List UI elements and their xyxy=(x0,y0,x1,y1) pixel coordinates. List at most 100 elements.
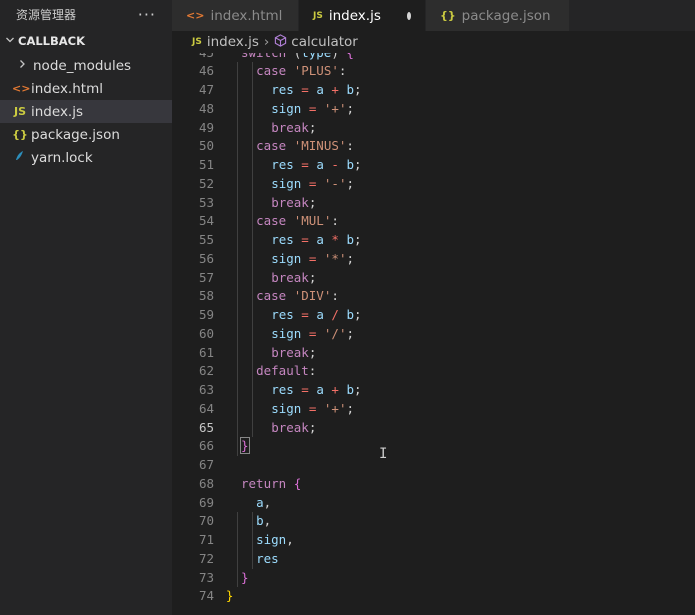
code-line[interactable]: 72 res xyxy=(172,550,695,569)
js-file-icon: JS xyxy=(192,37,202,47)
code-text: default: xyxy=(256,363,317,379)
code-text: break; xyxy=(271,344,317,360)
line-number: 49 xyxy=(198,119,214,135)
code-line[interactable]: 61 break; xyxy=(172,344,695,363)
code-line[interactable]: 74} xyxy=(172,587,695,606)
js-file-icon: JS xyxy=(13,105,26,118)
code-text: break; xyxy=(271,194,317,210)
code-text: res xyxy=(256,550,279,566)
tab-index-html[interactable]: <> index.html xyxy=(172,0,299,31)
breadcrumb-file[interactable]: index.js xyxy=(207,34,259,50)
code-line[interactable]: 73} xyxy=(172,569,695,588)
unsaved-dot-icon[interactable] xyxy=(406,11,411,20)
breadcrumb-symbol[interactable]: calculator xyxy=(291,34,358,50)
tree-item-yarn-lock[interactable]: yarn.lock xyxy=(0,146,172,169)
code-text: b, xyxy=(256,513,272,529)
code-text: case 'PLUS': xyxy=(256,63,347,79)
code-line[interactable]: 62 default: xyxy=(172,362,695,381)
code-text: case 'MINUS': xyxy=(256,138,354,154)
chevron-right-icon xyxy=(14,59,30,72)
tab-label: package.json xyxy=(461,7,551,24)
code-line[interactable]: 63 res = a + b; xyxy=(172,381,695,400)
line-number: 62 xyxy=(198,363,214,379)
html-file-icon: <> xyxy=(186,9,205,22)
code-text: sign = '/'; xyxy=(271,325,354,341)
line-number: 71 xyxy=(198,532,214,547)
indent-guide xyxy=(251,62,253,438)
code-text: res = a + b; xyxy=(271,382,362,397)
code-line[interactable]: 49 break; xyxy=(172,119,695,138)
code-line[interactable]: 45 switch (type) { xyxy=(172,53,695,62)
code-line[interactable]: 51 res = a - b; xyxy=(172,156,695,175)
line-number: 66 xyxy=(198,438,214,454)
code-line[interactable]: 66} xyxy=(172,437,695,456)
line-number: 73 xyxy=(198,569,214,585)
line-number: 68 xyxy=(198,475,214,491)
tab-index-js[interactable]: JS index.js xyxy=(299,0,426,31)
line-number: 46 xyxy=(198,63,214,79)
yarn-file-icon xyxy=(12,150,28,165)
code-text: break; xyxy=(271,419,317,435)
code-editor[interactable]: 45 switch (type) {46 case 'PLUS': 47 res = a… xyxy=(172,53,695,615)
code-line[interactable]: 55 res = a * b; xyxy=(172,231,695,250)
line-number: 51 xyxy=(198,157,214,172)
code-line[interactable]: 57 break; xyxy=(172,269,695,288)
code-text: case 'DIV': xyxy=(256,288,339,304)
tree-item-label: package.json xyxy=(31,126,120,143)
code-line[interactable]: 60 sign = '/'; xyxy=(172,325,695,344)
tree-item-index-html[interactable]: <> index.html xyxy=(0,77,172,100)
tree-item-node-modules[interactable]: node_modules xyxy=(0,54,172,77)
code-line[interactable]: 56 sign = '*'; xyxy=(172,250,695,269)
code-line[interactable]: 50 case 'MINUS': xyxy=(172,137,695,156)
code-text: switch (type) { xyxy=(241,53,354,62)
code-line[interactable]: 47 res = a + b; xyxy=(172,81,695,100)
code-text: } xyxy=(241,569,249,585)
tree-item-package-json[interactable]: {} package.json xyxy=(0,123,172,146)
code-line[interactable]: 71 sign, xyxy=(172,531,695,550)
indent-guide xyxy=(251,512,253,569)
folder-section-callback[interactable]: CALLBACK xyxy=(0,28,172,54)
code-line[interactable]: 68 return { xyxy=(172,475,695,494)
folder-name: CALLBACK xyxy=(18,34,86,48)
code-text: } xyxy=(240,437,250,455)
code-line[interactable]: 52 sign = '-'; xyxy=(172,175,695,194)
tree-item-label: yarn.lock xyxy=(31,149,93,166)
line-number: 52 xyxy=(198,175,214,191)
tab-label: index.html xyxy=(210,7,283,24)
indent-guide xyxy=(237,62,238,456)
code-text: sign, xyxy=(256,532,294,547)
code-line[interactable]: 67 xyxy=(172,456,695,475)
code-line[interactable]: 58 case 'DIV': xyxy=(172,287,695,306)
explorer-sidebar: 资源管理器 ··· CALLBACK node_modules <> index… xyxy=(0,0,172,615)
tab-package-json[interactable]: {} package.json xyxy=(426,0,570,31)
code-line[interactable]: 54 case 'MUL': xyxy=(172,212,695,231)
code-text: case 'MUL': xyxy=(256,213,339,229)
code-line[interactable]: 64 sign = '+'; xyxy=(172,400,695,419)
chevron-down-icon xyxy=(3,35,17,48)
code-line[interactable]: 70 b, xyxy=(172,512,695,531)
code-line[interactable]: 59 res = a / b; xyxy=(172,306,695,325)
more-actions-icon[interactable]: ··· xyxy=(138,5,156,24)
code-line[interactable]: 53 break; xyxy=(172,194,695,213)
line-number: 64 xyxy=(198,400,214,416)
code-text: break; xyxy=(271,269,317,285)
line-number: 63 xyxy=(198,382,214,397)
code-text: res = a - b; xyxy=(271,157,362,172)
code-line[interactable]: 69 a, xyxy=(172,494,695,513)
json-file-icon: {} xyxy=(12,128,28,141)
code-text: sign = '+'; xyxy=(271,100,354,116)
code-text: return { xyxy=(241,475,302,491)
code-line[interactable]: 65 break; xyxy=(172,419,695,438)
line-number: 47 xyxy=(198,82,214,97)
tree-item-label: node_modules xyxy=(33,57,132,74)
line-number: 74 xyxy=(198,588,214,604)
tree-item-index-js[interactable]: JS index.js xyxy=(0,100,172,123)
code-line[interactable]: 48 sign = '+'; xyxy=(172,100,695,119)
line-number: 69 xyxy=(198,494,214,510)
editor-tab-bar: <> index.html JS index.js {} package.jso… xyxy=(172,0,695,31)
json-file-icon: {} xyxy=(440,9,456,22)
code-line[interactable]: 46 case 'PLUS': xyxy=(172,62,695,81)
line-number: 50 xyxy=(198,138,214,154)
js-file-icon: JS xyxy=(313,10,323,21)
explorer-title: 资源管理器 xyxy=(16,7,77,22)
